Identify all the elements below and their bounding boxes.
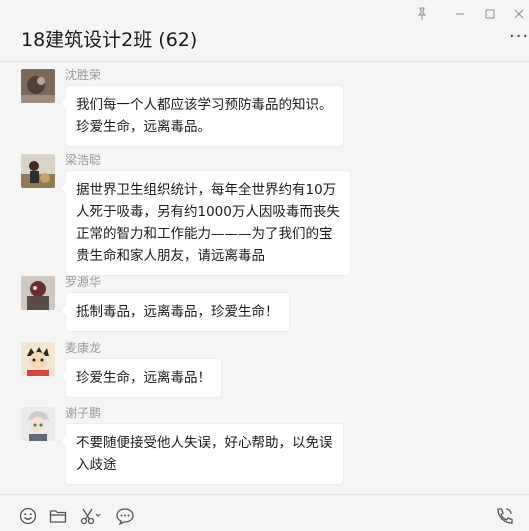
message-list[interactable]: 沈胜荣 我们每一个人都应该学习预防毒品的知识。 珍爱生命，远离毒品。 梁浩聪 据… [0,63,529,494]
message-bubble[interactable]: 据世界卫生组织统计，每年全世界约有10万 人死于吸毒，另有约1000万人因吸毒而… [60,170,351,276]
input-toolbar [0,494,529,531]
message-bubble[interactable]: 不要随便接受他人失误，好心帮助，以免误 入歧途 [60,423,344,485]
chat-window: 18建筑设计2班 (62) ··· 沈胜荣 我们每一个人都应该学习预防毒品的知识… [0,0,529,531]
scissors-icon[interactable] [79,506,101,526]
pin-icon[interactable] [414,6,430,22]
sender-name: 谢子鹏 [65,406,102,420]
message-text: 入歧途 [76,457,117,473]
message-text: 抵制毒品，远离毒品，珍爱生命！ [76,304,279,320]
message-bubble[interactable]: 珍爱生命，远离毒品！ [60,358,222,398]
avatar[interactable] [21,342,55,376]
message-text: 正常的智力和工作能力———为了我们的宝 [76,226,333,242]
message-text: 珍爱生命，远离毒品！ [76,370,211,386]
sender-name: 沈胜荣 [65,68,102,82]
chat-title: 18建筑设计2班 (62) [21,29,198,51]
avatar[interactable] [21,276,55,310]
message-text: 珍爱生命，远离毒品。 [76,119,211,135]
chat-history-icon[interactable] [115,506,135,526]
message-text: 我们每一个人都应该学习预防毒品的知识。 [76,97,333,113]
minimize-icon[interactable] [452,6,468,22]
maximize-icon[interactable] [482,6,498,22]
message-bubble[interactable]: 我们每一个人都应该学习预防毒品的知识。 珍爱生命，远离毒品。 [60,85,344,147]
avatar[interactable] [21,407,55,441]
avatar[interactable] [21,69,55,103]
emoji-icon[interactable] [18,506,38,526]
message-text: 据世界卫生组织统计，每年全世界约有10万 [76,182,337,198]
sender-name: 麦康龙 [65,341,102,355]
sender-name: 梁浩聪 [65,153,102,167]
message-text: 贵生命和家人朋友，请远离毒品 [76,248,265,264]
more-options-icon[interactable]: ··· [509,28,529,46]
avatar[interactable] [21,154,55,188]
close-icon[interactable] [511,6,527,22]
chat-header: 18建筑设计2班 (62) ··· [0,0,529,62]
message-text: 人死于吸毒，另有约1000万人因吸毒而丧失 [76,204,340,220]
sender-name: 罗源华 [65,275,102,289]
message-bubble[interactable]: 抵制毒品，远离毒品，珍爱生命！ [60,292,290,332]
message-text: 不要随便接受他人失误，好心帮助，以免误 [76,435,333,451]
voice-call-icon[interactable] [494,506,514,526]
folder-icon[interactable] [48,506,68,526]
